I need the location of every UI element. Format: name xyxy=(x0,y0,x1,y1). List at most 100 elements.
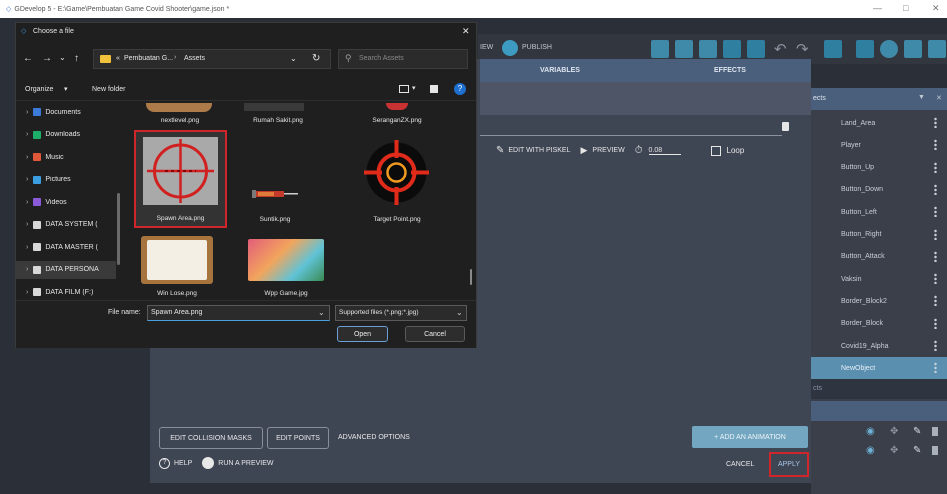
more-tools-icon[interactable] xyxy=(928,40,946,58)
recent-dropdown-icon[interactable]: ⌄ xyxy=(59,53,66,62)
edit-collision-masks-button[interactable]: EDIT COLLISION MASKS xyxy=(159,427,263,449)
edit-points-button[interactable]: EDIT POINTS xyxy=(267,427,329,449)
object-list-item[interactable]: Button_Attack xyxy=(811,246,947,268)
edit-layer-icon[interactable]: ✎ xyxy=(913,426,921,437)
expand-chevron-icon[interactable]: › xyxy=(26,289,28,296)
redo-icon[interactable]: ↷ xyxy=(796,40,809,58)
file-name-label[interactable]: Target Point.png xyxy=(352,216,442,223)
breadcrumb-overflow[interactable]: « xyxy=(116,55,120,62)
preview-pane-icon[interactable] xyxy=(430,85,438,93)
more-options-icon[interactable] xyxy=(934,139,937,151)
lock-icon[interactable]: ✥ xyxy=(890,445,898,456)
zoom-icon[interactable] xyxy=(904,40,922,58)
sidebar-item[interactable]: › DATA SYSTEM ( xyxy=(16,216,116,234)
grid-options-icon[interactable] xyxy=(824,40,842,58)
expand-chevron-icon[interactable]: › xyxy=(26,199,28,206)
lock-icon[interactable]: ✥ xyxy=(890,426,898,437)
advanced-options-button[interactable]: ADVANCED OPTIONS xyxy=(338,434,410,441)
sidebar-item[interactable]: › Downloads xyxy=(16,126,116,144)
more-options-icon[interactable] xyxy=(934,183,937,195)
close-dialog-icon[interactable]: ✕ xyxy=(462,26,470,37)
sidebar-item[interactable]: › Music xyxy=(16,148,116,166)
file-thumbnail[interactable] xyxy=(141,236,213,284)
view-dropdown-icon[interactable]: ▾ xyxy=(412,84,416,92)
back-arrow-icon[interactable]: ← xyxy=(23,53,33,64)
apply-button[interactable]: APPLY xyxy=(769,452,809,477)
more-options-icon[interactable] xyxy=(934,295,937,307)
expand-chevron-icon[interactable]: › xyxy=(26,154,28,161)
edit-layer-icon[interactable]: ✎ xyxy=(913,445,921,456)
instances-icon[interactable] xyxy=(699,40,717,58)
sidebar-item[interactable]: › DATA PERSONA xyxy=(16,260,116,279)
object-list-item[interactable]: Button_Down xyxy=(811,179,947,201)
tab-variables[interactable]: VARIABLES xyxy=(540,67,580,74)
sidebar-item[interactable]: › DATA FILM (F:) xyxy=(16,283,116,301)
expand-chevron-icon[interactable]: › xyxy=(26,221,28,228)
properties-icon[interactable] xyxy=(747,40,765,58)
close-window-icon[interactable]: ✕ xyxy=(932,3,940,14)
run-preview-button[interactable]: RUN A PREVIEW xyxy=(218,460,273,467)
file-type-select[interactable]: Supported files (*.png;*.jpg) ⌄ xyxy=(335,305,467,321)
delete-layer-icon[interactable] xyxy=(932,446,938,455)
file-item-selected[interactable]: Spawn Area.png xyxy=(134,130,227,228)
cancel-button[interactable]: CANCEL xyxy=(726,461,754,468)
delete-layer-icon[interactable] xyxy=(932,427,938,436)
visibility-icon[interactable]: ◉ xyxy=(866,445,875,456)
file-grid-scrollbar[interactable] xyxy=(470,269,472,285)
file-name-input[interactable]: Spawn Area.png ⌄ xyxy=(147,305,330,321)
scene-editor-icon[interactable] xyxy=(675,40,693,58)
more-options-icon[interactable] xyxy=(934,250,937,262)
help-icon[interactable]: ? xyxy=(454,83,466,95)
expand-chevron-icon[interactable]: › xyxy=(26,109,28,116)
layers-icon[interactable] xyxy=(723,40,741,58)
breadcrumb-item[interactable]: Assets xyxy=(184,55,205,62)
sidebar-item[interactable]: › Pictures xyxy=(16,171,116,189)
object-list-item[interactable]: Button_Right xyxy=(811,224,947,246)
file-name-label[interactable]: Wpp Game.jpg xyxy=(241,290,331,297)
tab-effects[interactable]: EFFECTS xyxy=(714,67,746,74)
minimize-icon[interactable]: — xyxy=(873,3,882,13)
object-list-item[interactable]: Player xyxy=(811,134,947,156)
file-name-label[interactable]: nextlevel.png xyxy=(135,117,225,124)
edit-with-piskel-button[interactable]: EDIT WITH PISKEL xyxy=(508,147,570,154)
frame-time-input[interactable]: 0.08 xyxy=(648,147,681,155)
organize-menu[interactable]: Organize xyxy=(25,86,53,93)
cancel-button[interactable]: Cancel xyxy=(405,326,465,342)
search-box[interactable]: ⚲ Search Assets xyxy=(338,49,468,69)
file-name-label[interactable]: Rumah Sakit.png xyxy=(233,117,323,124)
expand-chevron-icon[interactable]: › xyxy=(26,176,28,183)
sidebar-item[interactable]: › Documents xyxy=(16,103,116,121)
file-name-label[interactable]: SeranganZX.png xyxy=(352,117,442,124)
close-panel-icon[interactable]: ✕ xyxy=(936,94,942,102)
help-button[interactable]: HELP xyxy=(174,460,192,467)
object-list-item[interactable]: Button_Left xyxy=(811,201,947,223)
file-thumbnail[interactable] xyxy=(386,103,408,110)
grid-icon[interactable] xyxy=(856,40,874,58)
more-options-icon[interactable] xyxy=(934,317,937,329)
view-options-icon[interactable] xyxy=(399,85,409,93)
publish-button[interactable]: PUBLISH xyxy=(522,44,552,51)
sidebar-item[interactable]: › DATA MASTER ( xyxy=(16,238,116,256)
file-thumbnail[interactable] xyxy=(252,187,300,201)
more-options-icon[interactable] xyxy=(934,117,937,128)
object-list-item[interactable]: Covid19_Alpha xyxy=(811,335,947,357)
file-name-dropdown-icon[interactable]: ⌄ xyxy=(318,308,325,317)
object-list-item[interactable]: Vaksin xyxy=(811,268,947,290)
add-animation-button[interactable]: + ADD AN ANIMATION xyxy=(692,426,808,448)
more-options-icon[interactable] xyxy=(934,161,937,173)
more-options-icon[interactable] xyxy=(934,340,937,351)
breadcrumb-item[interactable]: Pembuatan G... xyxy=(124,55,173,62)
object-list-item[interactable]: Border_Block2 xyxy=(811,290,947,312)
loop-checkbox[interactable] xyxy=(710,145,721,156)
new-folder-button[interactable]: New folder xyxy=(92,86,125,93)
address-bar[interactable]: « Pembuatan G... › Assets ⌄ ↻ xyxy=(93,49,331,69)
preview-button[interactable]: PREVIEW xyxy=(592,147,624,154)
file-name-label[interactable]: Suntik.png xyxy=(230,216,320,223)
more-options-icon[interactable] xyxy=(934,206,937,218)
forward-arrow-icon[interactable]: → xyxy=(42,53,52,64)
wpp-game-thumbnail[interactable] xyxy=(248,239,324,281)
undo-icon[interactable]: ↶ xyxy=(774,40,787,58)
more-options-icon[interactable] xyxy=(934,273,937,285)
file-name-label[interactable]: Spawn Area.png xyxy=(136,215,225,222)
refresh-icon[interactable]: ↻ xyxy=(312,53,320,64)
